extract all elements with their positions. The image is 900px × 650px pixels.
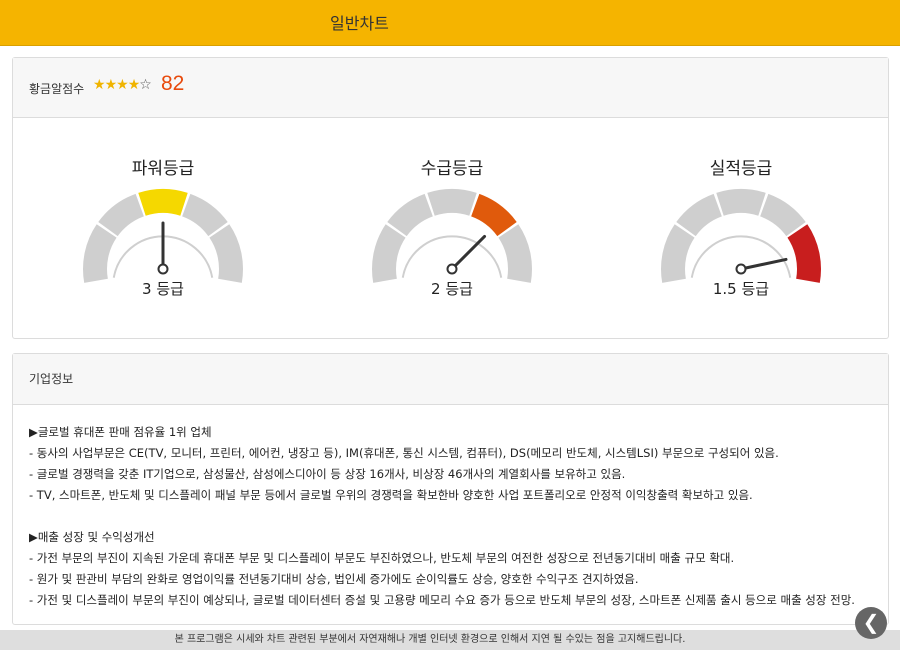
gauge-segment — [387, 193, 433, 237]
info-line: ▶글로벌 휴대폰 판매 점유율 1위 업체 — [29, 425, 212, 439]
gauge-segment — [372, 224, 406, 283]
gauge-segment — [209, 224, 243, 283]
star-filled-icon: ★ — [127, 77, 141, 93]
gauge-segment — [138, 189, 188, 216]
score-card: 황금알점수 ★★★★☆ 82 파워등급 3 등급 수급등급 2 등급 실적등급 … — [12, 57, 889, 339]
company-info-header: 기업정보 — [13, 354, 888, 405]
gauge-segment — [716, 189, 766, 216]
gauge-segment — [182, 193, 228, 237]
company-info-body: ▶글로벌 휴대폰 판매 점유율 1위 업체 - 동사의 사업부문은 CE(TV, … — [29, 422, 855, 611]
gauge-value: 3 등급 — [142, 280, 184, 298]
gauge-hub — [735, 263, 747, 275]
chevron-left-icon[interactable]: ❮ — [855, 607, 887, 639]
star-filled-icon: ★ — [116, 77, 129, 93]
score-label: 황금알점수 — [29, 82, 85, 96]
gauge-needle — [450, 234, 487, 271]
info-line: - 원가 및 판관비 부담의 완화로 영업이익률 전년동기대비 상승, 법인세 … — [29, 572, 639, 586]
gauge-value: 1.5 등급 — [712, 280, 770, 298]
info-line: - 가전 부문의 부진이 지속된 가운데 휴대폰 부문 및 디스플레이 부문도 … — [29, 551, 735, 565]
gauge-power: 파워등급 3 등급 — [73, 124, 313, 324]
gauge-supply: 수급등급 2 등급 — [362, 124, 602, 324]
star-rating-icon: ★★★★☆ — [93, 77, 152, 93]
star-empty-icon: ☆ — [139, 77, 152, 93]
gauge-segment — [83, 224, 117, 283]
gauge-segment — [498, 224, 532, 283]
gauge-segment — [661, 224, 695, 283]
gauge-hub — [157, 263, 169, 275]
supply-gauge-icon — [372, 189, 532, 283]
gauge-segment — [427, 189, 477, 216]
gauge-title: 실적등급 — [709, 159, 773, 179]
gauge-segment — [471, 193, 517, 237]
info-line: - TV, 스마트폰, 반도체 및 디스플레이 패널 부문 등에서 글로벌 우위… — [29, 488, 753, 502]
gauge-segment — [98, 193, 144, 237]
gauge-segment — [760, 193, 806, 237]
star-filled-icon: ★ — [93, 77, 106, 93]
star-filled-icon: ★ — [104, 77, 118, 93]
app-header: 일반차트 — [0, 0, 900, 46]
score-value: 82 — [161, 72, 185, 95]
company-info-card: 기업정보 ▶글로벌 휴대폰 판매 점유율 1위 업체 - 동사의 사업부문은 CE… — [12, 353, 889, 625]
gauge-title: 수급등급 — [420, 159, 484, 179]
info-line: - 글로벌 경쟁력을 갖춘 IT기업으로, 삼성물산, 삼성에스디아이 등 상장… — [29, 467, 626, 481]
gauge-performance: 실적등급 1.5 등급 — [651, 124, 891, 324]
company-info-title: 기업정보 — [29, 372, 74, 386]
gauge-needle — [739, 257, 788, 271]
gauge-hub — [446, 263, 458, 275]
power-gauge-icon — [83, 189, 243, 283]
score-card-header: 황금알점수 ★★★★☆ 82 — [13, 58, 888, 118]
page-title: 일반차트 — [330, 14, 389, 33]
gauge-value: 2 등급 — [431, 280, 473, 298]
footer-notice: 본 프로그램은 시세와 차트 관련된 부분에서 자연재해나 개별 인터넷 환경으… — [0, 630, 900, 650]
gauge-segment — [676, 193, 722, 237]
info-line: ▶매출 성장 및 수익성개선 — [29, 530, 155, 544]
info-line: - 동사의 사업부문은 CE(TV, 모니터, 프린터, 에어컨, 냉장고 등)… — [29, 446, 779, 460]
gauge-title: 파워등급 — [131, 159, 195, 179]
performance-gauge-icon — [661, 189, 821, 283]
gauge-segment — [787, 224, 821, 283]
info-line: - 가전 및 디스플레이 부문의 부진이 예상되나, 글로벌 데이터센터 증설 … — [29, 593, 855, 607]
